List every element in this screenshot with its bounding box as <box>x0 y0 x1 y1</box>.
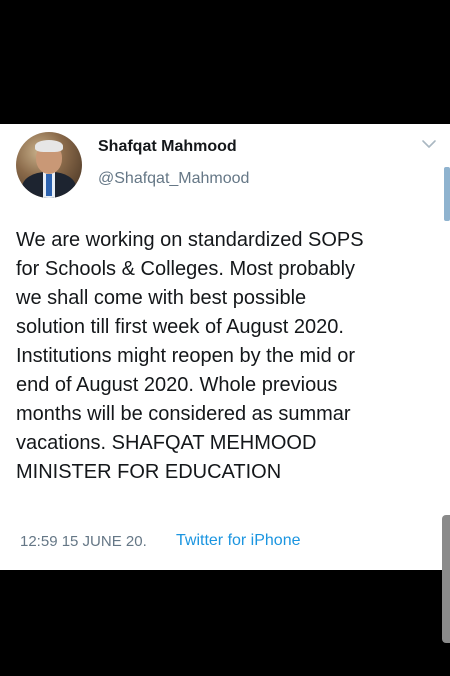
tweet-text: We are working on standardized SOPS for … <box>16 226 431 487</box>
tweet-source-link[interactable]: Twitter for iPhone <box>176 532 301 550</box>
author-name[interactable]: Shafqat Mahmood <box>98 138 237 156</box>
chevron-down-icon[interactable] <box>419 136 439 152</box>
edge-handle <box>442 515 450 643</box>
tweet-text-line: We are working on standardized SOPS <box>16 229 364 251</box>
tweet-timestamp: 12:59 15 JUNE 20. <box>20 533 147 550</box>
tweet-text-line: Institutions might reopen by the mid or <box>16 345 356 367</box>
tweet-text-line: months will be considered as summar <box>16 403 351 425</box>
tweet-text-line: solution till first week of August 2020. <box>16 316 344 338</box>
scroll-indicator <box>444 167 450 221</box>
avatar-tie <box>46 174 52 196</box>
tweet-text-line: vacations. SHAFQAT MEHMOOD <box>16 432 317 454</box>
avatar-hair <box>35 140 63 152</box>
tweet-text-line: for Schools & Colleges. Most probably <box>16 258 356 280</box>
tweet-text-line: we shall come with best possible <box>16 287 307 309</box>
tweet-text-line: MINISTER FOR EDUCATION <box>16 461 282 483</box>
tweet-text-line: end of August 2020. Whole previous <box>16 374 338 396</box>
author-handle[interactable]: @Shafqat_Mahmood <box>98 170 249 188</box>
tweet-card: Shafqat Mahmood @Shafqat_Mahmood We are … <box>0 124 450 570</box>
avatar[interactable] <box>16 132 82 198</box>
